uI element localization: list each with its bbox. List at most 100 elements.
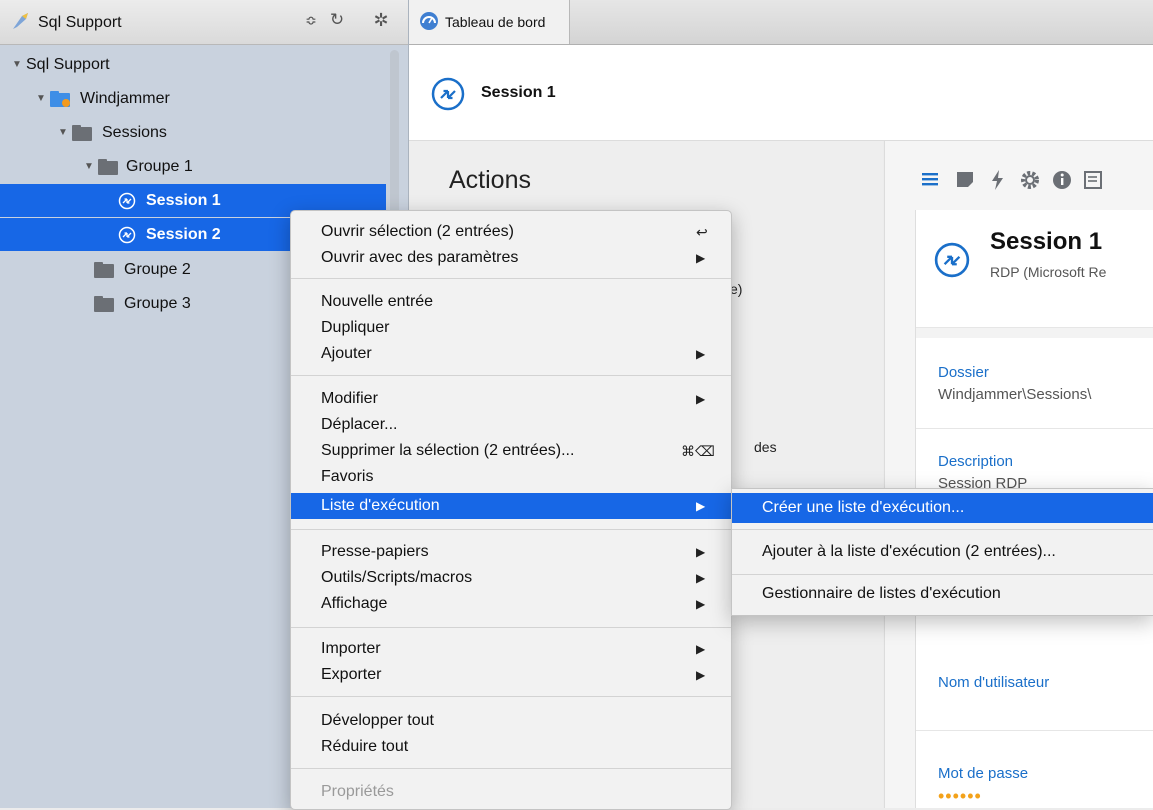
run-list-submenu: Créer une liste d'exécution... Ajouter à…: [731, 488, 1153, 616]
menu-item-label: Réduire tout: [321, 738, 409, 755]
menu-separator: [732, 574, 1153, 575]
return-icon: ↩: [696, 224, 708, 240]
field-label: Description: [938, 453, 1014, 470]
submenu-arrow-icon: ▶: [696, 499, 706, 513]
tree-item-label: Sessions: [102, 124, 167, 141]
field-label: Nom d'utilisateur: [938, 674, 1050, 691]
rdp-session-icon: [118, 226, 136, 244]
folder-icon: [94, 262, 114, 278]
menu-item-edit[interactable]: Modifier ▶: [291, 386, 731, 412]
menu-item-run-list-manager[interactable]: Gestionnaire de listes d'exécution: [732, 579, 1153, 609]
submenu-arrow-icon: ▶: [696, 668, 706, 682]
menu-item-export[interactable]: Exporter ▶: [291, 662, 731, 688]
tree-item-label: Groupe 1: [126, 158, 193, 175]
list-view-icon[interactable]: [919, 167, 945, 193]
data-source-title[interactable]: Sql Support: [38, 14, 122, 32]
entry-type: RDP (Microsoft Re: [990, 264, 1107, 280]
folder-icon: [72, 125, 92, 141]
menu-item-move[interactable]: Déplacer...: [291, 412, 731, 438]
tab-bar: Tableau de bord: [409, 0, 1153, 45]
menu-item-import[interactable]: Importer ▶: [291, 636, 731, 662]
menu-item-label: Supprimer la sélection (2 entrées)...: [321, 442, 575, 459]
menu-item-open-with-parameters[interactable]: Ouvrir avec des paramètres ▶: [291, 245, 731, 271]
menu-item-new-entry[interactable]: Nouvelle entrée: [291, 289, 731, 315]
disclosure-triangle-icon[interactable]: ▼: [12, 48, 22, 81]
folder-icon: [94, 296, 114, 312]
tree-item-label: Groupe 3: [124, 295, 191, 312]
menu-item-add-to-run-list[interactable]: Ajouter à la liste d'exécution (2 entrée…: [732, 537, 1153, 567]
menu-separator: [291, 375, 731, 376]
rdp-session-icon: [118, 192, 136, 210]
submenu-arrow-icon: ▶: [696, 571, 706, 585]
refresh-icon[interactable]: ↻: [326, 9, 348, 31]
menu-item-add[interactable]: Ajouter ▶: [291, 341, 731, 367]
tree-item-label: Groupe 2: [124, 261, 191, 278]
settings-icon[interactable]: [1017, 167, 1043, 193]
menu-item-label: Ajouter: [321, 345, 372, 362]
tree-item-label: Sql Support: [26, 56, 110, 73]
menu-item-label: Liste d'exécution: [321, 497, 440, 514]
action-label-fragment: des: [754, 439, 777, 455]
submenu-arrow-icon: ▶: [696, 392, 706, 406]
menu-item-create-run-list[interactable]: Créer une liste d'exécution...: [732, 493, 1153, 523]
menu-item-label: Ouvrir sélection (2 entrées): [321, 223, 514, 240]
submenu-arrow-icon: ▶: [696, 642, 706, 656]
folder-icon: [98, 159, 118, 175]
menu-item-clipboard[interactable]: Presse-papiers ▶: [291, 539, 731, 565]
menu-item-label: Ouvrir avec des paramètres: [321, 249, 519, 266]
tree-item-groupe-1[interactable]: ▼ Groupe 1: [0, 150, 386, 183]
menu-item-properties: Propriétés: [291, 779, 731, 805]
entry-title: Session 1: [990, 228, 1103, 255]
gear-icon[interactable]: ✲: [370, 9, 392, 31]
macro-icon[interactable]: [985, 167, 1011, 193]
menu-item-label: Ajouter à la liste d'exécution (2 entrée…: [762, 543, 1056, 560]
stepper-icon[interactable]: ≎: [300, 9, 322, 31]
context-menu: Ouvrir sélection (2 entrées) ↩ Ouvrir av…: [290, 210, 732, 810]
field-username: Nom d'utilisateur: [916, 640, 1153, 731]
disclosure-triangle-icon[interactable]: ▼: [58, 116, 68, 149]
data-source-icon: [13, 13, 28, 29]
menu-item-collapse-all[interactable]: Réduire tout: [291, 734, 731, 760]
rdp-session-icon: [934, 242, 970, 278]
menu-item-view[interactable]: Affichage ▶: [291, 591, 731, 617]
info-icon[interactable]: [1049, 167, 1075, 193]
menu-item-open-selection[interactable]: Ouvrir sélection (2 entrées) ↩: [291, 219, 731, 245]
menu-item-label: Créer une liste d'exécution...: [762, 499, 965, 516]
tree-item-windjammer[interactable]: ▼ Windjammer: [0, 82, 386, 115]
notes-icon[interactable]: [953, 167, 979, 193]
menu-item-delete-selection[interactable]: Supprimer la sélection (2 entrées)... ⌘⌫: [291, 438, 731, 464]
disclosure-triangle-icon[interactable]: ▼: [36, 82, 46, 115]
tree-item-label: Session 2: [146, 226, 221, 243]
menu-separator: [291, 696, 731, 697]
document-icon[interactable]: [1081, 167, 1107, 193]
tree-item-sessions[interactable]: ▼ Sessions: [0, 116, 386, 149]
field-label: Dossier: [938, 364, 989, 381]
menu-item-label: Exporter: [321, 666, 382, 683]
menu-item-label: Importer: [321, 640, 381, 657]
menu-item-run-list[interactable]: Liste d'exécution ▶: [291, 493, 731, 519]
tab-dashboard[interactable]: Tableau de bord: [409, 0, 570, 44]
menu-item-favorites[interactable]: Favoris: [291, 464, 731, 490]
menu-separator: [291, 278, 731, 279]
menu-item-duplicate[interactable]: Dupliquer: [291, 315, 731, 341]
submenu-arrow-icon: ▶: [696, 347, 706, 361]
menu-item-tools-scripts-macros[interactable]: Outils/Scripts/macros ▶: [291, 565, 731, 591]
field-label: Mot de passe: [938, 765, 1029, 782]
menu-item-label: Modifier: [321, 390, 378, 407]
menu-item-label: Déplacer...: [321, 416, 398, 433]
menu-item-label: Dupliquer: [321, 319, 390, 336]
card-spacer: [916, 328, 1153, 338]
vault-folder-icon: [50, 91, 70, 107]
password-dots[interactable]: ••••••: [938, 786, 982, 807]
disclosure-triangle-icon[interactable]: ▼: [84, 150, 94, 183]
details-panel: Session 1 RDP (Microsoft Re Dossier Wind…: [884, 141, 1153, 808]
menu-item-expand-all[interactable]: Développer tout: [291, 708, 731, 734]
menu-item-label: Développer tout: [321, 712, 434, 729]
dashboard-icon: [420, 12, 438, 30]
tree-item-sql-support[interactable]: ▼ Sql Support: [0, 48, 386, 81]
tree-item-label: Windjammer: [80, 90, 170, 107]
menu-item-label: Outils/Scripts/macros: [321, 569, 473, 586]
actions-title: Actions: [449, 166, 531, 194]
menu-item-label: Nouvelle entrée: [321, 293, 434, 310]
tree-item-label: Session 1: [146, 192, 221, 209]
